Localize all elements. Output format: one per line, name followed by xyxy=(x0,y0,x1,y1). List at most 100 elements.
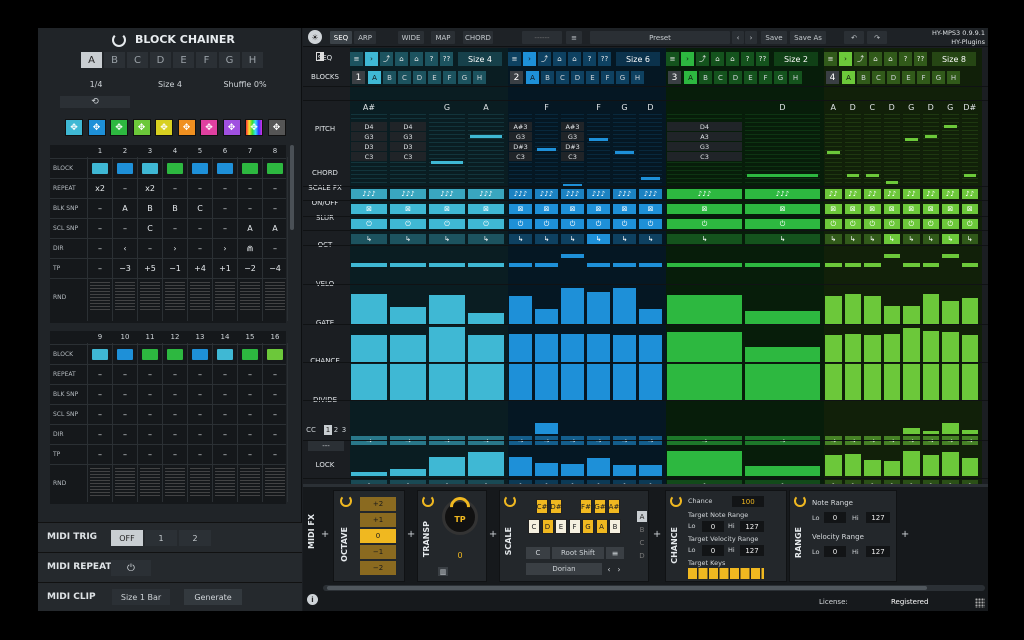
tp-cell[interactable]: – xyxy=(263,444,287,464)
block-letter-e[interactable]: E xyxy=(173,52,194,68)
chance-bar[interactable] xyxy=(903,363,920,400)
blksnp-cell[interactable]: – xyxy=(213,384,237,404)
pitch-bar[interactable] xyxy=(905,137,918,141)
gate-bar[interactable] xyxy=(864,335,881,362)
chance-bar[interactable] xyxy=(825,363,842,400)
on-off-power-icon[interactable]: ⏻ xyxy=(351,219,387,229)
block-cell[interactable] xyxy=(188,158,212,178)
lane-block-e[interactable]: E xyxy=(586,71,599,84)
info-icon[interactable]: i xyxy=(307,594,318,605)
scale-fx-icon[interactable]: ⊠ xyxy=(613,204,636,214)
slur-icon[interactable]: ↳ xyxy=(745,234,820,244)
clip-size-button[interactable]: Size 1 Bar xyxy=(112,589,170,605)
block-letter-b[interactable]: B xyxy=(104,52,125,68)
home-icon[interactable]: ⌂ xyxy=(553,52,566,66)
block-letter-g[interactable]: G xyxy=(219,52,240,68)
dir-cell[interactable]: – xyxy=(88,424,112,444)
blksnp-cell[interactable]: B xyxy=(138,198,162,218)
block-cell[interactable] xyxy=(138,344,162,364)
gate-bar[interactable] xyxy=(922,330,939,362)
target-keys-keyboard[interactable] xyxy=(688,568,764,579)
chance-bar[interactable] xyxy=(639,363,662,400)
chance-bar[interactable] xyxy=(667,363,742,400)
sclsnp-cell[interactable]: – xyxy=(88,218,112,238)
sclsnp-cell[interactable]: – xyxy=(113,404,137,424)
gate-bar[interactable] xyxy=(942,332,959,362)
lane-block-d[interactable]: D xyxy=(413,71,426,84)
pitch-bar[interactable] xyxy=(944,124,957,128)
blksnp-cell[interactable]: B xyxy=(163,198,187,218)
oct-bar[interactable] xyxy=(639,263,662,267)
on-off-power-icon[interactable]: ⏻ xyxy=(942,219,959,229)
lane-block-b[interactable]: B xyxy=(857,71,870,84)
chord-icon[interactable]: ♪♪♪ xyxy=(639,189,662,199)
sclsnp-cell[interactable]: – xyxy=(238,404,262,424)
sclsnp-cell[interactable]: – xyxy=(188,218,212,238)
dir-cell[interactable]: – xyxy=(163,424,187,444)
redo-icon[interactable]: ↷ xyxy=(867,31,887,44)
octave-option[interactable]: +1 xyxy=(360,513,396,527)
lane-block-c[interactable]: C xyxy=(556,71,569,84)
block-letter-c[interactable]: C xyxy=(127,52,148,68)
save-as-button[interactable]: Save As xyxy=(790,31,826,44)
pitch-bar[interactable] xyxy=(827,151,840,154)
on-off-power-icon[interactable]: ⏻ xyxy=(390,219,426,229)
chance-bar[interactable] xyxy=(390,363,426,400)
slur-icon[interactable]: ↳ xyxy=(922,234,939,244)
scale-power-icon[interactable] xyxy=(504,495,516,507)
cc-bar[interactable] xyxy=(903,450,920,476)
lane-block-g[interactable]: G xyxy=(774,71,787,84)
pitch-cell[interactable] xyxy=(587,114,610,186)
velo-bar[interactable] xyxy=(509,296,532,324)
menu-icon[interactable]: ≡ xyxy=(666,52,679,66)
wide-button[interactable]: WIDE xyxy=(398,31,424,44)
slur-icon[interactable]: ↳ xyxy=(468,234,504,244)
pitch-cell[interactable] xyxy=(639,114,662,186)
repeat-cell[interactable]: – xyxy=(238,178,262,198)
add-fx-icon[interactable]: + xyxy=(321,529,329,540)
on-off-power-icon[interactable]: ⏻ xyxy=(561,219,584,229)
save-button[interactable]: Save xyxy=(761,31,787,44)
range-note-hi[interactable]: 127 xyxy=(866,512,890,523)
sclsnp-cell[interactable]: – xyxy=(113,218,137,238)
rnd-cell[interactable] xyxy=(215,468,235,498)
chord-icon[interactable]: ♪♪♪ xyxy=(468,189,504,199)
sclsnp-cell[interactable]: – xyxy=(263,404,287,424)
velo-bar[interactable] xyxy=(844,294,861,324)
chord-icon[interactable]: ♪♪ xyxy=(844,189,861,199)
add-fx-icon[interactable]: + xyxy=(653,529,661,540)
slur-icon[interactable]: ↳ xyxy=(587,234,610,244)
divide-bar[interactable] xyxy=(961,430,978,434)
jump-icon[interactable]: ⤴ xyxy=(538,52,551,66)
color-button-4[interactable]: ✥ xyxy=(132,119,151,136)
scale-fx-icon[interactable]: ⊠ xyxy=(468,204,504,214)
chance-value[interactable]: 100 xyxy=(732,496,764,507)
scale-menu-icon[interactable]: ≡ xyxy=(606,547,624,559)
lane-block-g[interactable]: G xyxy=(458,71,471,84)
oct-bar[interactable] xyxy=(864,263,881,267)
octave-power-icon[interactable] xyxy=(340,495,352,507)
vel-lo-value[interactable]: 0 xyxy=(702,545,724,556)
map-button[interactable]: MAP xyxy=(431,31,455,44)
lane-block-b[interactable]: B xyxy=(699,71,712,84)
chord-icon[interactable]: ♪♪♪ xyxy=(535,189,558,199)
tp-cell[interactable]: −1 xyxy=(163,258,187,278)
scale-fx-icon[interactable]: ⊠ xyxy=(961,204,978,214)
scale-fx-icon[interactable]: ⊠ xyxy=(922,204,939,214)
menu-icon[interactable]: ≡ xyxy=(508,52,521,66)
velo-bar[interactable] xyxy=(535,308,558,324)
chord-icon[interactable]: ♪♪ xyxy=(922,189,939,199)
double-random-icon[interactable]: ?? xyxy=(598,52,611,66)
lane-block-e[interactable]: E xyxy=(428,71,441,84)
scale-fx-icon[interactable]: ⊠ xyxy=(587,204,610,214)
cc-bar[interactable] xyxy=(429,456,465,476)
lane-block-h[interactable]: H xyxy=(789,71,802,84)
velo-bar[interactable] xyxy=(351,294,387,324)
gate-bar[interactable] xyxy=(468,334,504,362)
chance-bar[interactable] xyxy=(942,363,959,400)
repeat-cell[interactable]: – xyxy=(188,364,212,384)
rnd-cell[interactable] xyxy=(190,468,210,498)
slur-icon[interactable]: ↳ xyxy=(561,234,584,244)
pitch-bar[interactable] xyxy=(537,147,556,151)
rnd-cell[interactable] xyxy=(165,282,185,312)
